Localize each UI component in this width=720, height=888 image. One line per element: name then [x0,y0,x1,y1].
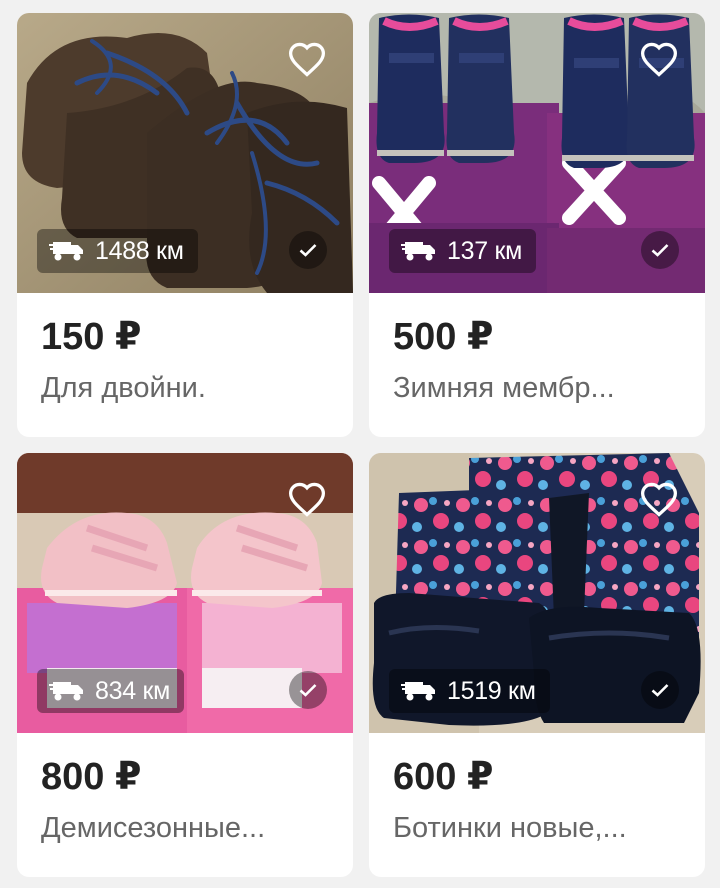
truck-icon [49,682,83,701]
listing-price: 500 ₽ [393,316,494,358]
listing-card[interactable]: 1519 км 600 ₽ Ботинки новые,... [369,453,705,877]
distance-badge: 137 км [389,229,536,273]
favorite-heart-icon[interactable] [639,39,679,79]
listing-photo[interactable]: 1488 км [17,13,353,293]
truck-icon [401,682,435,701]
check-icon [641,231,679,269]
distance-badge: 834 км [37,669,184,713]
listing-price: 600 ₽ [393,756,494,798]
favorite-heart-icon[interactable] [287,479,327,519]
distance-label: 137 км [447,236,522,265]
listing-title[interactable]: Для двойни. [41,371,337,405]
distance-badge: 1519 км [389,669,550,713]
listing-card[interactable]: 834 км 800 ₽ Демисезонные... [17,453,353,877]
listing-price: 150 ₽ [41,316,142,358]
listing-title[interactable]: Зимняя мембр... [393,371,689,405]
listing-price: 800 ₽ [41,756,142,798]
listing-photo[interactable]: 137 км [369,13,705,293]
favorite-heart-icon[interactable] [639,479,679,519]
check-icon [641,671,679,709]
listing-card[interactable]: 137 км 500 ₽ Зимняя мембр... [369,13,705,437]
truck-icon [401,242,435,261]
distance-label: 1519 км [447,676,536,705]
distance-label: 1488 км [95,236,184,265]
check-icon [289,231,327,269]
listing-photo[interactable]: 834 км [17,453,353,733]
listing-title[interactable]: Демисезонные... [41,811,337,845]
listing-grid: 1488 км 150 ₽ Для двойни. 137 км 500 ₽ З… [0,0,720,888]
truck-icon [49,242,83,261]
distance-label: 834 км [95,676,170,705]
listing-card[interactable]: 1488 км 150 ₽ Для двойни. [17,13,353,437]
listing-photo[interactable]: 1519 км [369,453,705,733]
listing-title[interactable]: Ботинки новые,... [393,811,689,845]
favorite-heart-icon[interactable] [287,39,327,79]
check-icon [289,671,327,709]
distance-badge: 1488 км [37,229,198,273]
